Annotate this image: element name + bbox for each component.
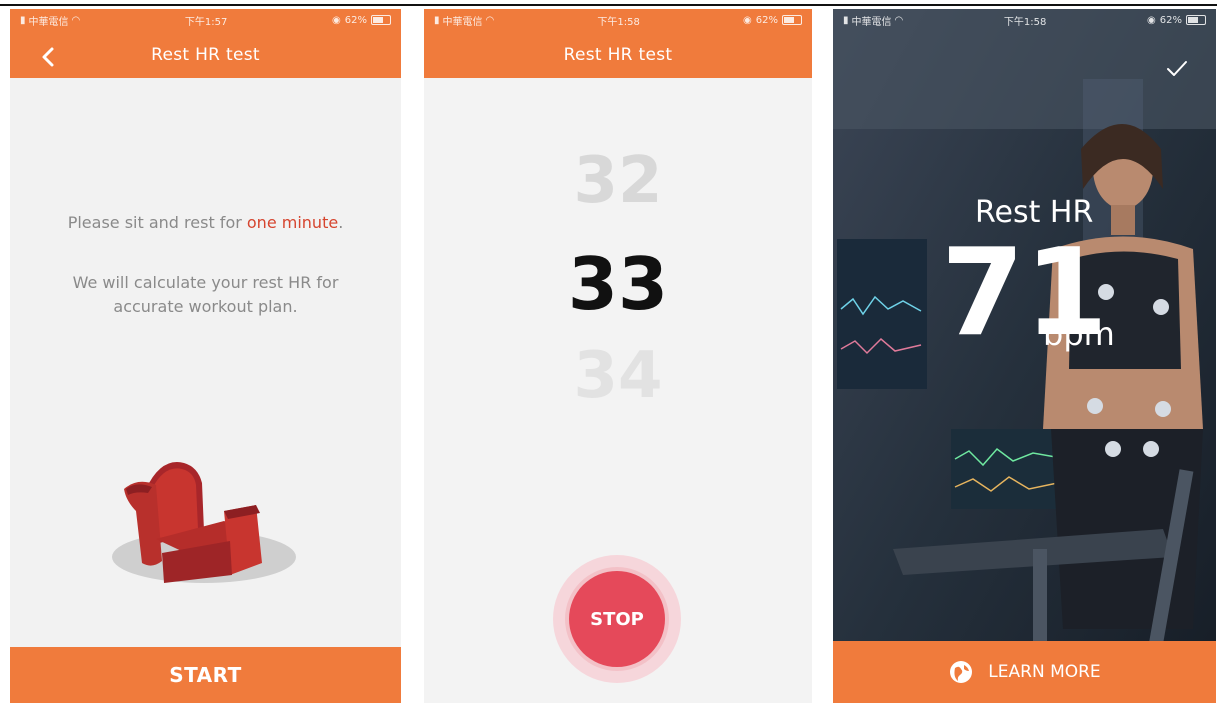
calc-explanation: We will calculate your rest HR for — [72, 273, 339, 292]
screen-rest-result: ▮ 中華電信 ◠ 下午1:58 ◉ 62% Rest HR 71 bpm LEA… — [833, 9, 1216, 703]
learn-more-label: LEARN MORE — [988, 662, 1101, 682]
calc-explanation-2: accurate workout plan. — [113, 297, 298, 316]
start-button[interactable]: START — [10, 647, 401, 703]
count-previous: 32 — [573, 144, 663, 218]
top-divider — [0, 4, 1217, 6]
globe-icon — [950, 661, 973, 683]
carrier-name: 中華電信 — [442, 16, 483, 28]
carrier-name: 中華電信 — [28, 16, 69, 28]
status-time: 下午1:58 — [597, 16, 640, 28]
screen-rest-count: ▮ 中華電信 ◠ 下午1:58 ◉ 62% Rest HR test 32 33… — [424, 9, 812, 703]
learn-more-button[interactable]: LEARN MORE — [833, 641, 1216, 703]
status-time: 下午1:58 — [1003, 16, 1047, 28]
location-icon: ◉ — [332, 14, 341, 26]
rest-duration: one minute — [246, 213, 339, 232]
battery-icon — [1186, 15, 1206, 25]
battery-icon — [782, 15, 802, 25]
page-title: Rest HR test — [563, 45, 673, 65]
signal-icon: ▮ — [20, 14, 26, 26]
status-bar: ▮ 中華電信 ◠ 下午1:58 ◉ 62% — [833, 9, 1216, 31]
stop-label: STOP — [590, 608, 644, 630]
carrier-name: 中華電信 — [851, 16, 892, 28]
page-title: Rest HR test — [151, 45, 260, 65]
nav-bar: ▮ 中華電信 ◠ 下午1:57 ◉ 62% Rest HR test — [10, 9, 401, 78]
battery-icon — [371, 15, 391, 25]
rest-instruction: Please sit and rest for one minute. — [67, 213, 344, 232]
location-icon: ◉ — [1147, 14, 1156, 26]
status-bar: ▮ 中華電信 ◠ 下午1:57 ◉ 62% — [10, 9, 401, 31]
signal-icon: ▮ — [434, 14, 440, 26]
stop-button-ring: STOP — [553, 555, 681, 683]
start-label: START — [169, 663, 242, 687]
battery-percent: 62% — [1159, 14, 1182, 26]
location-icon: ◉ — [743, 14, 752, 26]
battery-percent: 62% — [755, 14, 778, 26]
wifi-icon: ◠ — [71, 14, 81, 26]
count-next: 34 — [573, 339, 663, 413]
wifi-icon: ◠ — [485, 14, 495, 26]
count-current: 33 — [567, 242, 669, 326]
nav-bar: ▮ 中華電信 ◠ 下午1:58 ◉ 62% Rest HR test — [424, 9, 812, 78]
armchair-illustration — [112, 462, 296, 583]
rest-hr-unit: bpm — [1043, 315, 1115, 353]
screen-rest-intro: ▮ 中華電信 ◠ 下午1:57 ◉ 62% Rest HR test Pleas… — [10, 9, 401, 703]
status-bar: ▮ 中華電信 ◠ 下午1:58 ◉ 62% — [424, 9, 812, 31]
battery-percent: 62% — [344, 14, 367, 26]
wifi-icon: ◠ — [894, 14, 904, 26]
checkmark-icon[interactable] — [1166, 60, 1188, 78]
status-time: 下午1:57 — [184, 16, 228, 28]
stop-button[interactable]: STOP — [569, 571, 665, 667]
signal-icon: ▮ — [843, 14, 849, 26]
